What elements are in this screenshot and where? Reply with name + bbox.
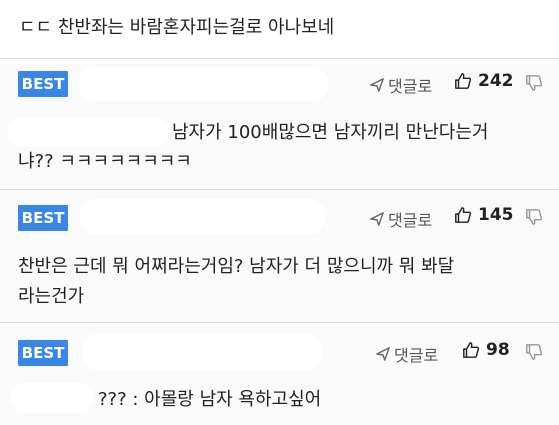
redacted-username [82,334,322,370]
comment-text-line2: 냐?? ㅋㅋㅋㅋㅋㅋㅋㅋ [18,151,192,172]
thumbs-down-icon[interactable] [525,343,543,361]
comment-header: BEST 댓글로 98 [0,334,559,370]
like-count: 242 [478,71,514,91]
comment-text-line1: ??? : 아몰랑 남자 욕하고싶어 [98,389,322,410]
like-count: 98 [486,340,510,360]
reply-button[interactable]: 댓글로 [376,342,438,366]
previous-comment-text: ㄷㄷ 찬반좌는 바람혼자피는걸로 아나보네 [19,17,335,38]
like-button[interactable]: 98 [462,340,510,360]
comment-text-line2: 라는건가 [18,286,85,307]
reply-label: 댓글로 [388,77,433,96]
thumbs-down-icon[interactable] [525,74,543,92]
reply-button[interactable]: 댓글로 [370,73,432,97]
send-arrow-icon [370,212,384,226]
thumbs-up-icon [455,207,472,223]
comment-text-line1: 찬반은 근데 뭐 어쩌라는거임? 남자가 더 많으니까 뭐 봐달 [18,256,455,277]
reply-button[interactable]: 댓글로 [370,207,432,231]
comment-text-line1: 남자가 100배많으면 남자끼리 만난다는거 [172,122,489,143]
thumbs-down-icon[interactable] [525,208,543,226]
best-badge: BEST [18,71,68,97]
previous-comment: ㄷㄷ 찬반좌는 바람혼자피는걸로 아나보네 [0,0,559,59]
best-badge: BEST [18,340,68,366]
like-button[interactable]: 145 [454,205,514,225]
redacted-username [80,199,325,235]
send-arrow-icon [376,347,390,361]
comment-header: BEST 댓글로 145 [0,199,559,235]
thumbs-up-icon [455,73,472,89]
redacted-mention [10,383,94,413]
reply-label: 댓글로 [388,211,433,230]
best-badge: BEST [18,205,68,231]
redacted-mention [8,117,168,147]
send-arrow-icon [370,78,384,92]
comment-item: BEST 댓글로 242 남자가 100배많으면 남자끼리 만난다는거 냐?? … [0,59,559,190]
reply-label: 댓글로 [394,346,439,365]
like-button[interactable]: 242 [454,71,514,91]
thumbs-up-icon [463,342,480,358]
like-count: 145 [478,205,514,225]
comment-item: BEST 댓글로 98 ??? : 아몰랑 남자 욕하고싶어 [0,323,559,425]
comment-item: BEST 댓글로 145 찬반은 근데 뭐 어쩌라는거임? 남자가 더 많으니까… [0,190,559,323]
redacted-username [78,67,328,101]
comment-header: BEST 댓글로 242 [0,67,559,101]
